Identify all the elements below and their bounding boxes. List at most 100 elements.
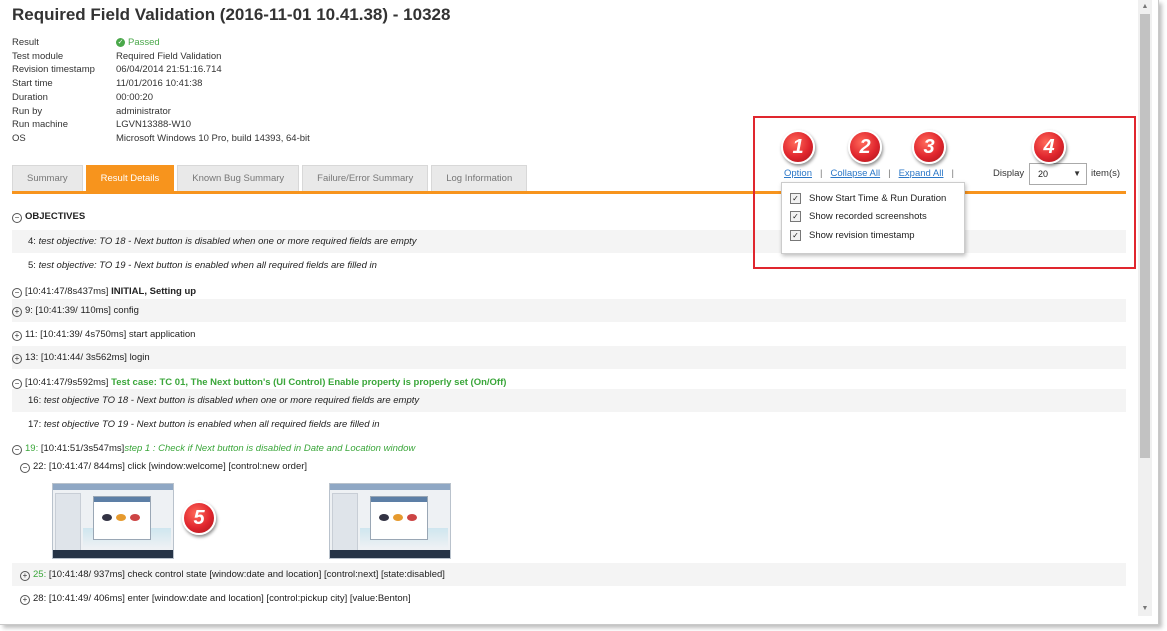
node-label: [10:41:48/ 937ms] check control state [w… <box>48 569 445 580</box>
row-number: 17: <box>28 419 42 430</box>
option-link[interactable]: Option <box>784 168 812 179</box>
row-number: 4: <box>28 236 36 247</box>
row-number: 16: <box>28 395 42 406</box>
check-circle-icon: ✓ <box>116 38 125 48</box>
meta-label: Duration <box>12 91 48 103</box>
tab-known-bug-summary[interactable]: Known Bug Summary <box>177 165 300 191</box>
row-number: 5: <box>28 260 36 271</box>
plus-circle-icon[interactable]: + <box>20 595 30 605</box>
option-show-screenshots[interactable]: ✓ Show recorded screenshots <box>790 211 927 222</box>
tree-node-config[interactable]: +9: [10:41:39/ 110ms] config <box>12 299 1126 322</box>
tree-node-start-application[interactable]: +11: [10:41:39/ 4s750ms] start applicati… <box>12 323 1126 346</box>
meta-value: Microsoft Windows 10 Pro, build 14393, 6… <box>116 132 310 144</box>
callout-badge-1: 1 <box>781 130 815 164</box>
minus-circle-icon[interactable]: − <box>12 213 22 223</box>
meta-label: Result <box>12 37 39 48</box>
checkbox-checked-icon[interactable]: ✓ <box>790 193 801 204</box>
meta-label: Revision timestamp <box>12 64 95 76</box>
screenshot-thumbnail[interactable] <box>52 483 174 559</box>
node-time: [10:41:47/8s437ms] <box>25 286 109 297</box>
callout-badge-3: 3 <box>912 130 946 164</box>
node-time: [10:41:47/9s592ms] <box>25 377 109 388</box>
checkbox-checked-icon[interactable]: ✓ <box>790 211 801 222</box>
meta-value: Required Field Validation <box>116 50 222 62</box>
display-count-select[interactable]: 20 ▼ <box>1029 163 1087 185</box>
chevron-down-icon: ▼ <box>1073 169 1081 178</box>
scroll-down-icon[interactable]: ▼ <box>1138 604 1152 614</box>
minus-circle-icon[interactable]: − <box>12 288 22 298</box>
scroll-up-icon[interactable]: ▲ <box>1138 2 1152 12</box>
meta-row-run-machine: Run machine LGVN13388-W10 <box>12 118 310 132</box>
meta-row-duration: Duration 00:00:20 <box>12 91 310 105</box>
node-number: 25: <box>33 569 47 580</box>
tree-node-click-new-order[interactable]: −22: [10:41:47/ 844ms] click [window:wel… <box>12 455 1126 478</box>
tab-summary[interactable]: Summary <box>12 165 83 191</box>
plus-circle-icon[interactable]: + <box>12 331 22 341</box>
scroll-thumb[interactable] <box>1140 14 1150 458</box>
objective-text: test objective TO 18 - Next button is di… <box>43 395 420 406</box>
tree-node-login[interactable]: +13: [10:41:44/ 3s562ms] login <box>12 346 1126 369</box>
options-dropdown: ✓ Show Start Time & Run Duration ✓ Show … <box>781 182 965 254</box>
meta-label: Start time <box>12 78 53 90</box>
option-show-start-time[interactable]: ✓ Show Start Time & Run Duration <box>790 193 946 204</box>
node-time: [10:41:51/3s547ms] <box>40 443 125 454</box>
node-label: step 1 : Check if Next button is disable… <box>124 443 416 454</box>
tab-failure-error-summary[interactable]: Failure/Error Summary <box>302 165 429 191</box>
plus-circle-icon[interactable]: + <box>12 307 22 317</box>
expand-all-link[interactable]: Expand All <box>899 168 944 179</box>
minus-circle-icon[interactable]: − <box>12 379 22 389</box>
report-tabs: Summary Result Details Known Bug Summary… <box>12 165 530 191</box>
tab-result-details[interactable]: Result Details <box>85 165 175 191</box>
minus-circle-icon[interactable]: − <box>20 463 30 473</box>
meta-label: Run machine <box>12 119 68 131</box>
node-label: INITIAL, Setting up <box>111 286 197 297</box>
callout-badge-5: 5 <box>182 501 216 535</box>
vertical-scrollbar[interactable]: ▲ ▼ <box>1138 0 1152 616</box>
option-label: Show Start Time & Run Duration <box>809 193 947 204</box>
separator: | <box>951 168 954 179</box>
meta-label: Test module <box>12 50 64 62</box>
meta-row-run-by: Run by administrator <box>12 105 310 119</box>
node-number: 19: <box>25 443 39 454</box>
node-label: 13: [10:41:44/ 3s562ms] login <box>25 352 150 363</box>
objective-text: test objective: TO 18 - Next button is d… <box>38 236 417 247</box>
meta-row-os: OS Microsoft Windows 10 Pro, build 14393… <box>12 132 310 146</box>
tree-node-enter-pickup-city[interactable]: +28: [10:41:49/ 406ms] enter [window:dat… <box>12 587 1126 610</box>
tab-log-information[interactable]: Log Information <box>431 165 528 191</box>
result-status: Passed <box>128 37 160 48</box>
plus-circle-icon[interactable]: + <box>12 354 22 364</box>
meta-value: ✓ Passed <box>116 36 160 50</box>
collapse-all-link[interactable]: Collapse All <box>830 168 880 179</box>
meta-value: administrator <box>116 105 171 117</box>
node-label: Test case: TC 01, The Next button's (UI … <box>111 377 507 388</box>
meta-label: Run by <box>12 105 43 117</box>
meta-row-start-time: Start time 11/01/2016 10:41:38 <box>12 77 310 91</box>
meta-row-test-module: Test module Required Field Validation <box>12 50 310 64</box>
callout-badge-4: 4 <box>1032 130 1066 164</box>
option-label: Show recorded screenshots <box>809 211 927 222</box>
report-window: Required Field Validation (2016-11-01 10… <box>0 0 1159 625</box>
node-label: 28: [10:41:49/ 406ms] enter [window:date… <box>33 593 411 604</box>
node-label: 11: [10:41:39/ 4s750ms] start applicatio… <box>25 329 196 340</box>
node-label: 9: [10:41:39/ 110ms] config <box>25 305 139 316</box>
meta-value: LGVN13388-W10 <box>116 119 191 131</box>
minus-circle-icon[interactable]: − <box>12 445 22 455</box>
node-label: 22: [10:41:47/ 844ms] click [window:welc… <box>33 461 308 472</box>
meta-value: 06/04/2014 21:51:16.714 <box>116 64 222 76</box>
option-label: Show revision timestamp <box>809 230 915 241</box>
node-label: OBJECTIVES <box>25 211 86 222</box>
meta-row-revision-timestamp: Revision timestamp 06/04/2014 21:51:16.7… <box>12 63 310 77</box>
display-count-value: 20 <box>1038 169 1049 179</box>
plus-circle-icon[interactable]: + <box>20 571 30 581</box>
objective-text: test objective TO 19 - Next button is en… <box>43 419 380 430</box>
option-show-revision-timestamp[interactable]: ✓ Show revision timestamp <box>790 230 915 241</box>
screenshot-thumbnail[interactable] <box>329 483 451 559</box>
list-item: 17: test objective TO 19 - Next button i… <box>12 413 1126 436</box>
tree-node-check-control-state[interactable]: +25: [10:41:48/ 937ms] check control sta… <box>12 563 1126 586</box>
result-metadata: Result ✓ Passed Test module Required Fie… <box>12 36 310 146</box>
checkbox-checked-icon[interactable]: ✓ <box>790 230 801 241</box>
separator: | <box>888 168 891 179</box>
callout-badge-2: 2 <box>848 130 882 164</box>
objective-text: test objective: TO 19 - Next button is e… <box>38 260 377 271</box>
meta-row-result: Result ✓ Passed <box>12 36 310 50</box>
